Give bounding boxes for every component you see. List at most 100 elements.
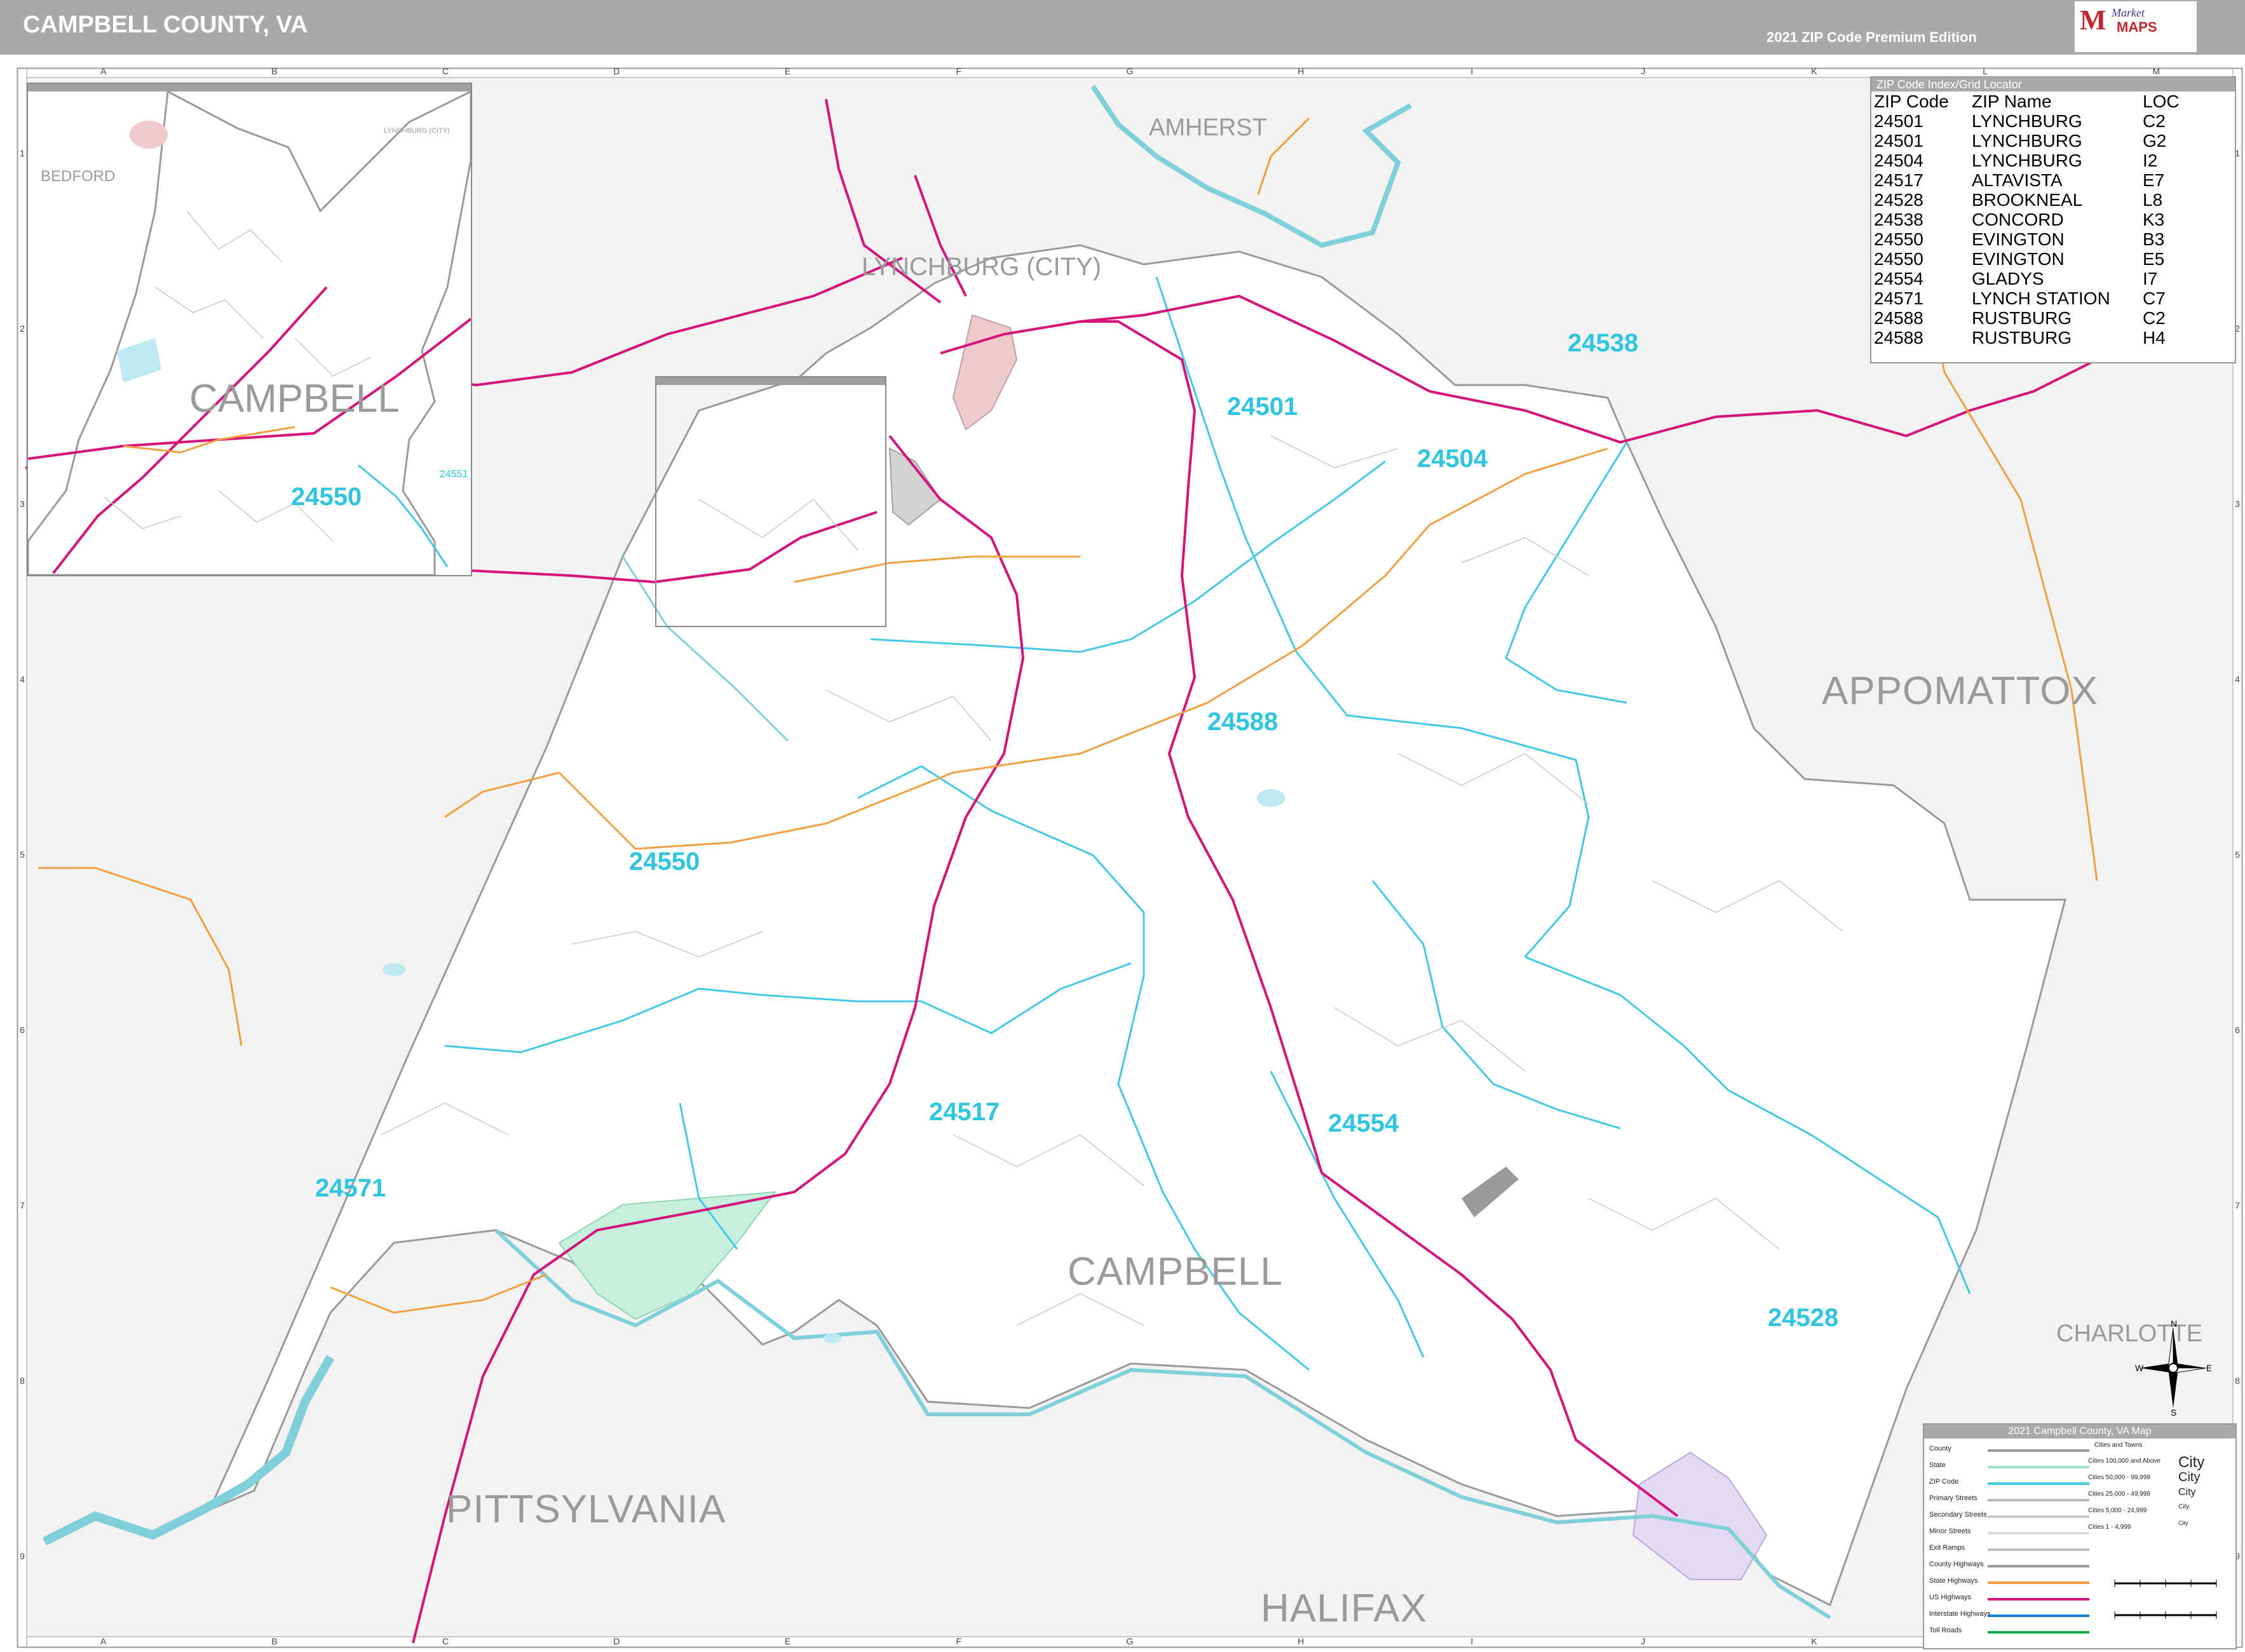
county-label-pittsylvania: PITTSYLVANIA xyxy=(446,1487,726,1531)
zip-index-row[interactable]: 24588 RUSTBURG H4 xyxy=(1874,328,2183,348)
zip-index-row[interactable]: 24550 EVINGTON E5 xyxy=(1874,249,2183,269)
grid-col-label: M xyxy=(2153,66,2160,76)
header-bar: CAMPBELL COUNTY, VA 2021 ZIP Code Premiu… xyxy=(0,0,2245,55)
zip-index-col-name: ZIP Name xyxy=(1972,91,2052,111)
legend-item-swatch xyxy=(1988,1499,2089,1501)
zip-index-loc: C2 xyxy=(2143,111,2166,131)
zip-index-loc: C7 xyxy=(2143,288,2166,308)
zip-index-row[interactable]: 24504 LYNCHBURG I2 xyxy=(1874,151,2183,170)
lake xyxy=(1257,789,1285,807)
inset-label-bedford: BEDFORD xyxy=(41,168,116,185)
zip-index-loc: C2 xyxy=(2143,308,2166,328)
zip-label-24517[interactable]: 24517 xyxy=(929,1098,1000,1127)
inset-zip-24550[interactable]: 24550 xyxy=(291,483,362,511)
compass-e: E xyxy=(2206,1363,2211,1373)
zip-index-loc: H4 xyxy=(2143,328,2166,348)
logo-letter: M xyxy=(2080,4,2106,36)
zip-label-24528[interactable]: 24528 xyxy=(1768,1304,1838,1332)
legend-city-class-label: Cities 5,000 - 24,999 xyxy=(2088,1507,2147,1514)
zip-index-zip: 24504 xyxy=(1874,151,1923,170)
grid-col-label: D xyxy=(613,1636,620,1646)
compass-n: N xyxy=(2171,1320,2177,1329)
zip-index-panel: ZIP Code Index/Grid Locator ZIP Code ZIP… xyxy=(1870,76,2236,363)
grid-col-label: I xyxy=(1471,1636,1474,1646)
zip-index-row[interactable]: 24501 LYNCHBURG G2 xyxy=(1874,131,2183,151)
logo-word: Market xyxy=(2112,6,2145,19)
grid-row-label: 7 xyxy=(2235,1200,2240,1210)
inset-zip-24551[interactable]: 24551 xyxy=(440,469,468,480)
zip-index-row[interactable]: 24517 ALTAVISTA E7 xyxy=(1874,170,2183,190)
zip-label-24554[interactable]: 24554 xyxy=(1328,1109,1399,1138)
zip-label-24504[interactable]: 24504 xyxy=(1417,445,1488,473)
zip-index-col-loc: LOC xyxy=(2143,91,2180,111)
inset-map-lynchburg[interactable]: BEDFORD LYNCHBURG (CITY) CAMPBELL 24550 … xyxy=(27,83,472,576)
zip-index-zip: 24501 xyxy=(1874,131,1923,151)
grid-col-label: L xyxy=(1983,66,1988,76)
zip-index-name: BROOKNEAL xyxy=(1972,190,2083,210)
zip-index-loc: L8 xyxy=(2143,190,2163,210)
county-label-halifax: HALIFAX xyxy=(1261,1587,1427,1630)
zip-index-zip: 24554 xyxy=(1874,269,1923,288)
legend-item-swatch xyxy=(1988,1565,2089,1567)
legend-city-class-label: Cities 50,000 - 99,999 xyxy=(2088,1474,2150,1481)
zip-index-col-zip: ZIP Code xyxy=(1874,91,1949,111)
grid-col-label: K xyxy=(1811,66,1817,76)
grid-col-label: A xyxy=(100,1636,107,1646)
zip-index-name: LYNCHBURG xyxy=(1972,111,2082,131)
zip-index-header-row: ZIP Code ZIP Name LOC xyxy=(1874,91,2183,111)
zip-index-row[interactable]: 24550 EVINGTON B3 xyxy=(1874,229,2183,249)
legend-item-label: ZIP Code xyxy=(1929,1478,1959,1486)
zip-index-name: ALTAVISTA xyxy=(1972,170,2063,190)
zip-index-name: RUSTBURG xyxy=(1972,328,2072,348)
legend-city-class-sample: City xyxy=(2178,1520,2188,1526)
zip-label-24571[interactable]: 24571 xyxy=(315,1174,386,1203)
grid-col-label: E xyxy=(785,1636,790,1646)
grid-col-label: B xyxy=(271,1636,277,1646)
zip-index-loc: E7 xyxy=(2143,170,2165,190)
zip-label-24588[interactable]: 24588 xyxy=(1207,708,1278,736)
zip-label-24538[interactable]: 24538 xyxy=(1568,329,1638,358)
legend-item-swatch xyxy=(1988,1631,2089,1634)
legend-item-swatch xyxy=(1988,1482,2089,1485)
zip-index-row[interactable]: 24528 BROOKNEAL L8 xyxy=(1874,190,2183,210)
legend-item-label: State xyxy=(1929,1461,1946,1469)
logo-maps: MAPS xyxy=(2117,19,2157,35)
grid-col-label: G xyxy=(1127,66,1134,76)
legend-item-swatch xyxy=(1988,1466,2089,1468)
zip-index-row[interactable]: 24554 GLADYS I7 xyxy=(1874,269,2183,288)
zip-label-24501[interactable]: 24501 xyxy=(1227,393,1298,421)
zip-label-24550[interactable]: 24550 xyxy=(629,848,700,876)
zip-index-row[interactable]: 24501 LYNCHBURG C2 xyxy=(1874,111,2183,131)
legend-scale-bars xyxy=(2114,1580,2217,1619)
lake xyxy=(824,1333,841,1343)
zip-index-zip: 24588 xyxy=(1874,328,1923,348)
legend-item-swatch xyxy=(1988,1515,2089,1518)
zip-index-row[interactable]: 24571 LYNCH STATION C7 xyxy=(1874,288,2183,308)
grid-row-label: 8 xyxy=(2235,1376,2240,1386)
legend-cities-title: Cities and Towns xyxy=(2094,1442,2143,1449)
legend-item-label: Exit Ramps xyxy=(1929,1544,1965,1552)
lake xyxy=(383,963,405,976)
grid-col-label: H xyxy=(1298,66,1304,76)
grid-row-label: 9 xyxy=(20,1551,25,1561)
map-title: CAMPBELL COUNTY, VA xyxy=(23,11,308,38)
zip-index-loc: B3 xyxy=(2143,229,2165,249)
zip-index-row[interactable]: 24588 RUSTBURG C2 xyxy=(1874,308,2183,328)
zip-index-name: LYNCH STATION xyxy=(1972,288,2110,308)
grid-col-label: C xyxy=(442,1636,449,1646)
zip-index-zip: 24550 xyxy=(1874,229,1923,249)
legend-item-label: County Highways xyxy=(1929,1561,1984,1568)
legend-item-swatch xyxy=(1988,1615,2089,1617)
grid-col-label: J xyxy=(1641,66,1645,76)
legend-item-swatch xyxy=(1988,1548,2089,1551)
inset-frame-locator[interactable] xyxy=(655,376,886,627)
zip-index-name: EVINGTON xyxy=(1972,249,2065,269)
map-legend: 2021 Campbell County, VA Map County State… xyxy=(1923,1423,2237,1649)
inset-b-header-bar xyxy=(656,377,885,385)
grid-col-label: F xyxy=(956,66,961,76)
legend-title: 2021 Campbell County, VA Map xyxy=(1924,1425,2235,1439)
zip-index-title: ZIP Code Index/Grid Locator xyxy=(1871,78,2235,91)
zip-index-zip: 24538 xyxy=(1874,210,1923,229)
grid-col-label: K xyxy=(1811,1636,1817,1646)
zip-index-row[interactable]: 24538 CONCORD K3 xyxy=(1874,210,2183,229)
